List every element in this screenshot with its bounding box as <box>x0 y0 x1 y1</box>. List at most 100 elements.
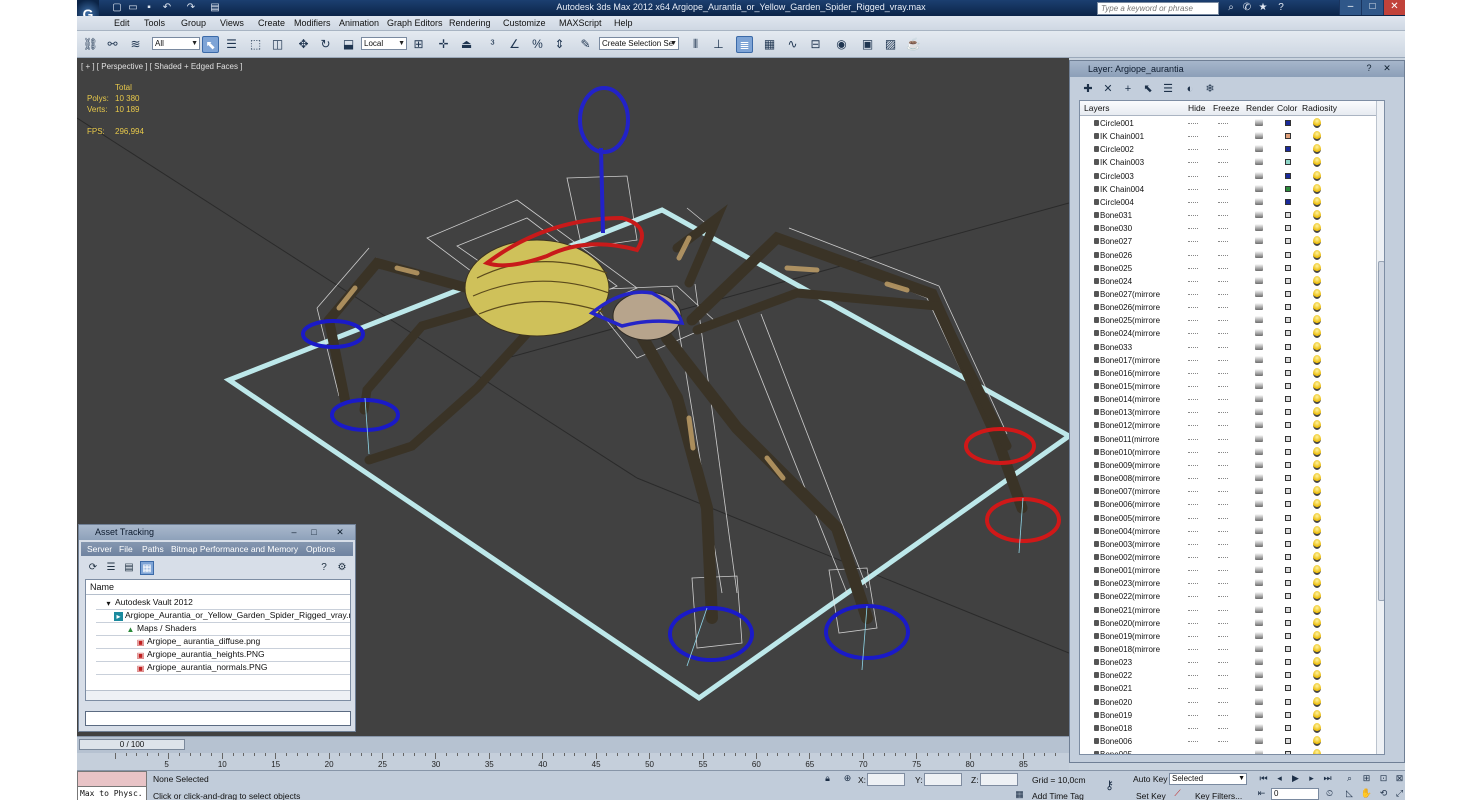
render-teapot-icon[interactable] <box>1255 434 1263 442</box>
radiosity-icon[interactable] <box>1313 144 1321 155</box>
freeze-toggle[interactable] <box>1218 451 1228 453</box>
zoom-all-icon[interactable]: ⊞ <box>1360 772 1373 785</box>
render-teapot-icon[interactable] <box>1255 224 1263 232</box>
freeze-toggle[interactable] <box>1218 162 1228 164</box>
hide-toggle[interactable] <box>1188 451 1198 453</box>
color-swatch[interactable] <box>1285 711 1291 718</box>
material-editor-icon[interactable]: ◉ <box>833 36 850 53</box>
hide-toggle[interactable] <box>1188 346 1198 348</box>
render-teapot-icon[interactable] <box>1255 552 1263 560</box>
color-swatch[interactable] <box>1285 422 1291 429</box>
render-teapot-icon[interactable] <box>1255 500 1263 508</box>
asset-row-heights[interactable]: ▣ Argiope_aurantia_heights.PNG <box>136 648 265 661</box>
hide-toggle[interactable] <box>1188 517 1198 519</box>
freeze-toggle[interactable] <box>1218 478 1228 480</box>
layer-row[interactable]: Bone027(mirrore <box>1080 288 1384 301</box>
freeze-toggle[interactable] <box>1218 346 1228 348</box>
radiosity-icon[interactable] <box>1313 275 1321 286</box>
render-teapot-icon[interactable] <box>1255 723 1263 731</box>
color-swatch[interactable] <box>1285 343 1291 350</box>
asset-menu-paths[interactable]: Paths <box>142 544 164 554</box>
zoom-extents-icon[interactable]: ⊡ <box>1377 772 1390 785</box>
render-teapot-icon[interactable] <box>1255 605 1263 613</box>
color-swatch[interactable] <box>1285 619 1291 626</box>
radiosity-icon[interactable] <box>1313 302 1321 313</box>
render-teapot-icon[interactable] <box>1255 460 1263 468</box>
snaps-toggle-icon[interactable]: ³ <box>484 36 501 53</box>
maximize-button[interactable]: □ <box>1361 0 1383 15</box>
render-teapot-icon[interactable] <box>1255 342 1263 350</box>
freeze-toggle[interactable] <box>1218 517 1228 519</box>
radiosity-icon[interactable] <box>1313 407 1321 418</box>
radiosity-icon[interactable] <box>1313 210 1321 221</box>
asset-row-max-file[interactable]: ▸ Argiope_Aurantia_or_Yellow_Garden_Spide… <box>114 609 350 622</box>
layer-row[interactable]: Bone006 <box>1080 735 1384 748</box>
layer-row[interactable]: Bone033 <box>1080 341 1384 354</box>
layer-row[interactable]: Bone023 <box>1080 656 1384 669</box>
freeze-toggle[interactable] <box>1218 543 1228 545</box>
layer-row[interactable]: Bone022(mirrore <box>1080 590 1384 603</box>
new-layer-icon[interactable]: ✚ <box>1080 81 1096 97</box>
color-swatch[interactable] <box>1285 120 1291 126</box>
hide-toggle[interactable] <box>1188 412 1198 414</box>
radiosity-icon[interactable] <box>1313 565 1321 576</box>
render-teapot-icon[interactable] <box>1255 276 1263 284</box>
menu-create[interactable]: Create <box>258 18 285 28</box>
freeze-toggle[interactable] <box>1218 556 1228 558</box>
freeze-toggle[interactable] <box>1218 123 1228 124</box>
freeze-toggle[interactable] <box>1218 530 1228 532</box>
render-teapot-icon[interactable] <box>1255 671 1263 679</box>
hide-toggle[interactable] <box>1188 622 1198 624</box>
window-crossing-icon[interactable]: ◫ <box>269 36 286 53</box>
select-object-icon[interactable]: ⬉ <box>202 36 219 53</box>
minimize-button[interactable]: – <box>1339 0 1361 15</box>
absolute-mode-icon[interactable]: ⊕ <box>841 772 854 785</box>
zoom-extents-all-icon[interactable]: ⊠ <box>1393 772 1405 785</box>
color-swatch[interactable] <box>1285 488 1291 495</box>
color-swatch[interactable] <box>1285 632 1291 639</box>
render-teapot-icon[interactable] <box>1255 579 1263 587</box>
layer-row[interactable]: Bone030 <box>1080 222 1384 235</box>
layer-row[interactable]: Bone025 <box>1080 262 1384 275</box>
select-manipulate-icon[interactable]: ✛ <box>435 36 452 53</box>
layer-help-icon[interactable]: ? <box>1360 62 1378 74</box>
layer-row[interactable]: Bone011(mirrore <box>1080 433 1384 446</box>
move-icon[interactable]: ✥ <box>295 36 312 53</box>
freeze-toggle[interactable] <box>1218 359 1228 361</box>
previous-frame-icon[interactable]: ◂ <box>1273 772 1286 785</box>
radiosity-icon[interactable] <box>1313 525 1321 536</box>
render-teapot-icon[interactable] <box>1255 710 1263 718</box>
orbit-icon[interactable]: ⟲ <box>1377 787 1390 800</box>
save-icon[interactable]: ▪ <box>143 2 155 14</box>
hide-toggle[interactable] <box>1188 609 1198 611</box>
radiosity-icon[interactable] <box>1313 196 1321 207</box>
hide-toggle[interactable] <box>1188 386 1198 387</box>
hide-toggle[interactable] <box>1188 359 1198 361</box>
layer-row[interactable]: Bone012(mirrore <box>1080 419 1384 432</box>
color-swatch[interactable] <box>1285 448 1291 455</box>
freeze-toggle[interactable] <box>1218 635 1228 637</box>
pivot-center-icon[interactable]: ⊞ <box>410 36 427 53</box>
render-teapot-icon[interactable] <box>1255 368 1263 376</box>
freeze-toggle[interactable] <box>1218 293 1228 295</box>
render-teapot-icon[interactable] <box>1255 592 1263 600</box>
radiosity-icon[interactable] <box>1313 578 1321 589</box>
freeze-toggle[interactable] <box>1218 464 1228 466</box>
render-teapot-icon[interactable] <box>1255 566 1263 574</box>
layer-row[interactable]: Bone024(mirrore <box>1080 327 1384 340</box>
hide-toggle[interactable] <box>1188 136 1198 138</box>
asset-menu-bitmap[interactable]: Bitmap Performance and Memory <box>171 544 298 554</box>
menu-customize[interactable]: Customize <box>503 18 546 28</box>
color-swatch[interactable] <box>1285 198 1291 205</box>
open-file-icon[interactable]: ▭ <box>127 2 139 14</box>
layer-row[interactable]: Bone017(mirrore <box>1080 354 1384 367</box>
asset-horizontal-scrollbar[interactable] <box>86 690 350 700</box>
align-icon[interactable]: ⊥ <box>710 36 727 53</box>
z-coordinate-field[interactable] <box>980 773 1018 786</box>
freeze-toggle[interactable] <box>1218 714 1228 716</box>
render-teapot-icon[interactable] <box>1255 119 1263 126</box>
auto-key-button[interactable]: Auto Key <box>1133 774 1168 784</box>
refresh-icon[interactable]: ⟳ <box>86 561 100 575</box>
list-view-icon[interactable]: ☰ <box>104 561 118 575</box>
binoculars-icon[interactable]: ⌕ <box>1225 2 1237 14</box>
